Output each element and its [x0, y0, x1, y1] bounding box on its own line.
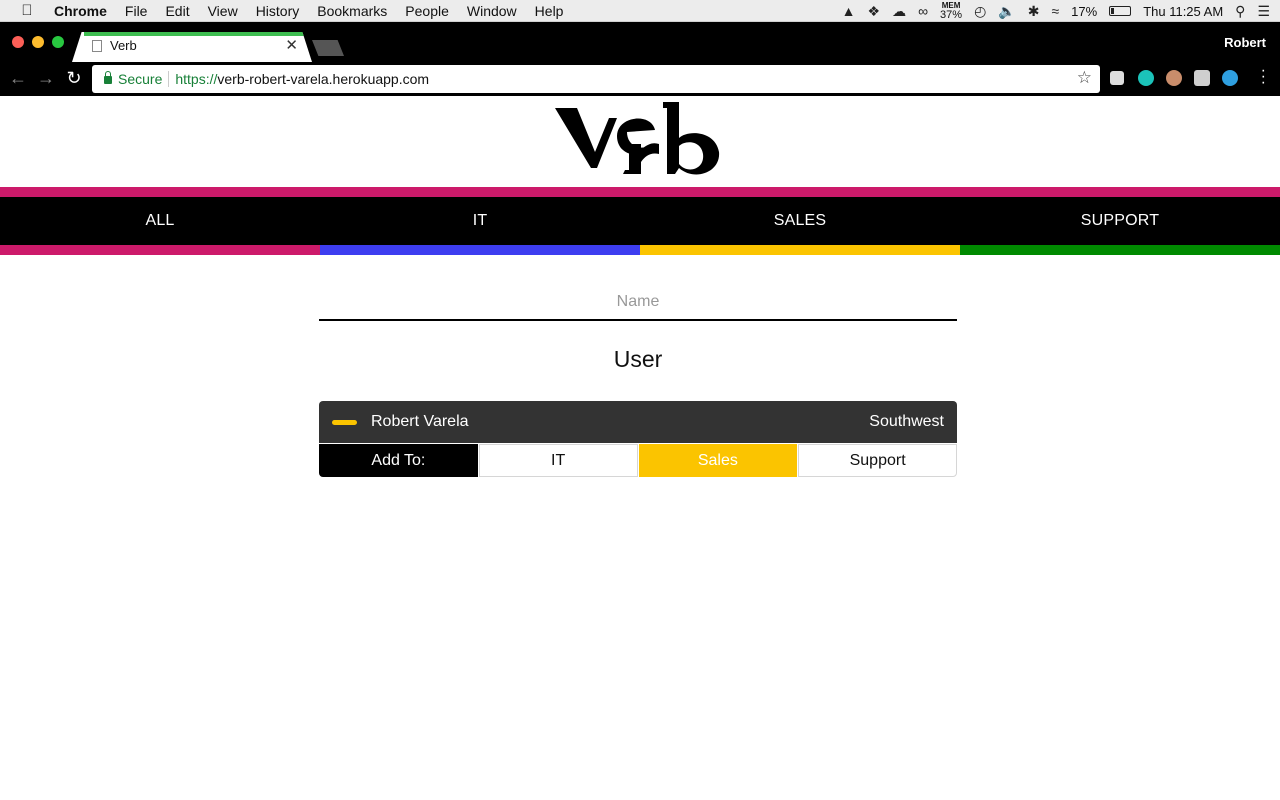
- new-tab-button[interactable]: [312, 40, 344, 56]
- menu-window[interactable]: Window: [467, 3, 517, 19]
- extension-reader-icon[interactable]: [1110, 71, 1124, 85]
- extension-swirl-icon[interactable]: [1222, 70, 1238, 86]
- lock-icon: [104, 71, 112, 84]
- window-zoom-button[interactable]: [52, 36, 64, 48]
- user-card[interactable]: Robert Varela Southwest: [319, 401, 957, 443]
- nav-tab-sales[interactable]: SALES: [640, 197, 960, 255]
- nav-tab-support[interactable]: SUPPORT: [960, 197, 1280, 255]
- team-color-marker: [332, 420, 357, 425]
- section-title: User: [613, 346, 663, 372]
- tab-loading-progress: [84, 32, 304, 36]
- memory-indicator[interactable]: MEM 37%: [940, 1, 963, 21]
- glasses-icon[interactable]: ∞: [918, 3, 928, 19]
- nav-tab-all[interactable]: ALL: [0, 197, 320, 255]
- add-to-sales-button[interactable]: Sales: [638, 444, 798, 477]
- brand-stripe: [0, 187, 1280, 197]
- nav-tab-label: IT: [472, 212, 488, 229]
- nav-tab-it[interactable]: IT: [320, 197, 640, 255]
- add-to-team-row: Add To: IT Sales Support: [319, 444, 957, 477]
- menu-help[interactable]: Help: [535, 3, 564, 19]
- user-name: Robert Varela: [371, 413, 469, 430]
- forward-arrow-icon[interactable]: →: [36, 68, 56, 89]
- secure-label: Secure: [118, 71, 163, 87]
- reload-icon[interactable]: ↻: [64, 68, 84, 89]
- battery-percent: 17%: [1071, 3, 1098, 19]
- menu-people[interactable]: People: [405, 3, 449, 19]
- clock[interactable]: Thu 11:25 AM: [1143, 4, 1223, 19]
- menu-app-name[interactable]: Chrome: [54, 3, 107, 19]
- apple-menu-icon[interactable]: : [18, 2, 36, 19]
- memory-percent: 37%: [940, 8, 963, 21]
- drive-icon[interactable]: ▲: [842, 3, 856, 19]
- nav-tab-label: SALES: [773, 212, 827, 229]
- web-page: ALL IT SALES SUPPORT User Robert Varela …: [0, 96, 1280, 800]
- add-to-support-button[interactable]: Support: [798, 444, 957, 477]
- chrome-menu-icon[interactable]: · · ·: [1261, 63, 1266, 91]
- profile-name[interactable]: Robert: [1224, 35, 1266, 50]
- battery-icon[interactable]: [1109, 6, 1132, 16]
- nav-color-bar: [0, 245, 320, 255]
- add-to-it-button[interactable]: IT: [478, 444, 638, 477]
- spotlight-search-icon[interactable]: ⚲: [1235, 3, 1245, 20]
- bluetooth-icon[interactable]: ✱: [1028, 3, 1040, 20]
- menu-history[interactable]: History: [256, 3, 300, 19]
- nav-color-bar: [960, 245, 1280, 255]
- add-to-label: Add To:: [319, 444, 478, 477]
- tab-title: Verb: [110, 38, 137, 53]
- macos-menu-bar:  Chrome File Edit View History Bookmark…: [0, 0, 1280, 22]
- window-close-button[interactable]: [12, 36, 24, 48]
- category-nav: ALL IT SALES SUPPORT: [0, 197, 1280, 255]
- address-divider: [168, 71, 170, 87]
- site-logo[interactable]: [0, 102, 1280, 181]
- dropbox-icon[interactable]: ❖: [868, 3, 881, 20]
- tab-close-icon[interactable]: ✕: [285, 36, 298, 54]
- browser-tab[interactable]: Verb ✕: [72, 32, 312, 62]
- nav-tab-label: ALL: [145, 212, 175, 229]
- browser-tab-strip: Verb ✕ Robert: [0, 22, 1280, 62]
- window-minimize-button[interactable]: [32, 36, 44, 48]
- browser-toolbar: ← → ↻ Secure https:// verb-robert-varela…: [0, 62, 1280, 96]
- name-input[interactable]: [319, 285, 957, 321]
- address-bar[interactable]: Secure https:// verb-robert-varela.herok…: [92, 65, 1100, 93]
- menu-edit[interactable]: Edit: [165, 3, 189, 19]
- nav-color-bar: [320, 245, 640, 255]
- nav-color-bar: [640, 245, 960, 255]
- status-tray: ▲ ❖ ☁ ∞ MEM 37% ◴ 🔈 ✱ ≈ 17% Thu 11:25 AM…: [842, 0, 1270, 22]
- back-arrow-icon[interactable]: ←: [8, 68, 28, 89]
- url-host: verb-robert-varela.herokuapp.com: [217, 71, 430, 87]
- extension-grid-icon[interactable]: [1194, 70, 1210, 86]
- user-region: Southwest: [869, 413, 944, 430]
- menu-bookmarks[interactable]: Bookmarks: [317, 3, 387, 19]
- menu-view[interactable]: View: [208, 3, 238, 19]
- volume-icon[interactable]: 🔈: [998, 3, 1015, 20]
- battery-level-fill: [1111, 8, 1115, 14]
- wifi-icon[interactable]: ≈: [1051, 3, 1059, 19]
- verb-logo-icon: [555, 102, 720, 175]
- time-machine-icon[interactable]: ◴: [974, 3, 986, 20]
- nav-tab-label: SUPPORT: [1080, 212, 1160, 229]
- menu-file[interactable]: File: [125, 3, 148, 19]
- extension-avatar-icon[interactable]: [1166, 70, 1182, 86]
- bookmark-star-icon[interactable]: ☆: [1077, 68, 1092, 88]
- page-favicon-icon: [92, 40, 102, 52]
- extension-m-icon[interactable]: [1138, 70, 1154, 86]
- cloud-icon[interactable]: ☁: [892, 3, 906, 20]
- notification-center-icon[interactable]: ☰: [1257, 3, 1270, 20]
- url-scheme: https://: [175, 71, 218, 87]
